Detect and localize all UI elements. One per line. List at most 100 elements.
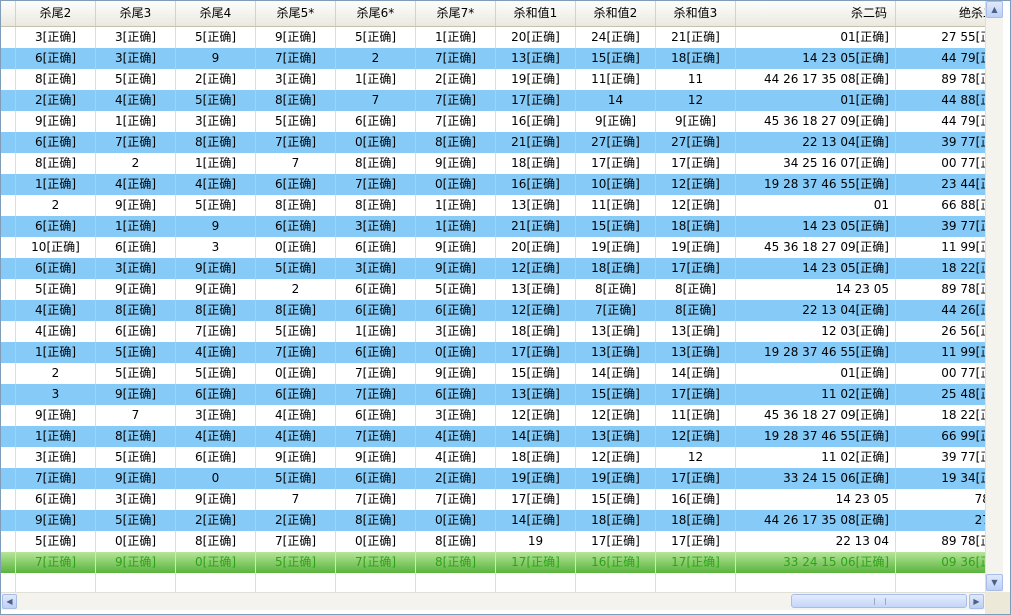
column-header[interactable]: 杀尾4	[176, 1, 256, 26]
table-cell: 12[正确]	[656, 195, 736, 216]
table-cell: 01[正确]	[736, 90, 896, 111]
table-cell: 2[正确]	[256, 510, 336, 531]
table-row[interactable]: 10[正确] 6[正确] 3 0[正确] 6[正确] 9[正确] 20[正确] 19[正确] 1…	[1, 237, 985, 258]
table-cell: 6[正确]	[16, 216, 96, 237]
table-row[interactable]: 2[正确] 4[正确] 5[正确] 8[正确] 7 7[正确] 17[正确] 14 12 01[正…	[1, 90, 985, 111]
table-row[interactable]: 6[正确] 3[正确] 9[正确] 5[正确] 3[正确] 9[正确] 12[正确] 18[正…	[1, 258, 985, 279]
table-row[interactable]: 8[正确] 2 1[正确] 7 8[正确] 9[正确] 18[正确] 17[正确] 17[正确]…	[1, 153, 985, 174]
table-row[interactable]: 6[正确] 3[正确] 9[正确] 7 7[正确] 7[正确] 17[正确] 15[正确] 16…	[1, 489, 985, 510]
table-cell: 5[正确]	[416, 279, 496, 300]
table-cell: 7[正确]	[416, 489, 496, 510]
table-cell: 5[正确]	[96, 363, 176, 384]
table-row[interactable]: 9[正确] 7 3[正确] 4[正确] 6[正确] 3[正确] 12[正确] 12[正确] 11…	[1, 405, 985, 426]
table-row[interactable]: 7[正确] 9[正确] 0 5[正确] 6[正确] 2[正确] 19[正确] 19[正确] 17…	[1, 468, 985, 489]
horizontal-scrollbar[interactable]: ◀ ▶	[1, 592, 985, 610]
table-cell: 14 23 05[正确]	[736, 48, 896, 69]
chevron-down-icon[interactable]: ▼	[986, 574, 1003, 591]
table-cell: 2	[16, 363, 96, 384]
row-stub	[1, 237, 16, 258]
column-header[interactable]: 杀二码	[736, 1, 896, 26]
column-header[interactable]: 杀尾6*	[336, 1, 416, 26]
table-row[interactable]: 6[正确] 3[正确] 9 7[正确] 2 7[正确] 13[正确] 15[正确] 18[正确]…	[1, 48, 985, 69]
chevron-right-icon[interactable]: ▶	[969, 594, 984, 609]
vertical-scrollbar[interactable]: ▲ ▼	[985, 1, 1003, 592]
table-cell: 12[正确]	[656, 426, 736, 447]
table-cell: 27[正确]	[576, 132, 656, 153]
table-row[interactable]: 3[正确] 3[正确] 5[正确] 9[正确] 5[正确] 1[正确] 20[正确] 24[正…	[1, 27, 985, 48]
table-cell: 12[正确]	[496, 258, 576, 279]
scrollbar-corner	[985, 592, 1010, 614]
table-cell: 19 28 37 46 55[正确]	[736, 174, 896, 195]
column-header[interactable]: 杀和值3	[656, 1, 736, 26]
table-cell: 44 88[正确]	[896, 90, 985, 111]
row-stub	[1, 342, 16, 363]
table-cell: 1[正确]	[16, 174, 96, 195]
table-row[interactable]: 3 9[正确] 6[正确] 6[正确] 7[正确] 6[正确] 13[正确] 15[正确] 17…	[1, 384, 985, 405]
table-cell: 22 13 04[正确]	[736, 132, 896, 153]
table-row[interactable]: 9[正确] 1[正确] 3[正确] 5[正确] 6[正确] 7[正确] 16[正确] 9[正确…	[1, 111, 985, 132]
table-cell: 25 48[正确]	[896, 384, 985, 405]
table-cell: 8[正确]	[256, 195, 336, 216]
table-cell: 9[正确]	[96, 279, 176, 300]
table-cell: 4[正确]	[176, 342, 256, 363]
table-row[interactable]: 3[正确] 5[正确] 6[正确] 9[正确] 9[正确] 4[正确] 18[正确] 12[正…	[1, 447, 985, 468]
table-cell: 3[正确]	[96, 489, 176, 510]
table-cell: 12 03[正确]	[736, 321, 896, 342]
table-cell: 0	[176, 468, 256, 489]
table-cell: 8[正确]	[336, 153, 416, 174]
table-row[interactable]: 6[正确] 7[正确] 8[正确] 7[正确] 0[正确] 8[正确] 21[正确] 27[正…	[1, 132, 985, 153]
table-cell: 10[正确]	[16, 237, 96, 258]
table-cell: 01[正确]	[736, 27, 896, 48]
data-grid[interactable]: 杀尾2杀尾3杀尾4杀尾5*杀尾6*杀尾7*杀和值1杀和值2杀和值3杀二码绝杀二码…	[1, 1, 985, 592]
table-cell: 00 77[正确]	[896, 363, 985, 384]
table-cell: 7[正确]	[576, 300, 656, 321]
table-row[interactable]: 5[正确] 0[正确] 8[正确] 7[正确] 0[正确] 8[正确] 19 17[正确] 17…	[1, 531, 985, 552]
column-header[interactable]: 杀尾2	[16, 1, 96, 26]
table-row[interactable]: 9[正确] 5[正确] 2[正确] 2[正确] 8[正确] 0[正确] 14[正确] 18[正…	[1, 510, 985, 531]
table-cell: 5[正确]	[176, 27, 256, 48]
column-header[interactable]: 杀尾3	[96, 1, 176, 26]
table-row[interactable]: 2 9[正确] 5[正确] 8[正确] 8[正确] 1[正确] 13[正确] 11[正确] 12…	[1, 195, 985, 216]
table-cell: 18[正确]	[496, 321, 576, 342]
table-cell: 13[正确]	[496, 195, 576, 216]
table-cell: 12[正确]	[576, 447, 656, 468]
empty-cell	[896, 570, 985, 592]
chevron-up-icon[interactable]: ▲	[986, 1, 1003, 18]
table-cell: 39 77[正确]	[896, 216, 985, 237]
table-cell: 16[正确]	[496, 111, 576, 132]
table-cell: 7[正确]	[416, 48, 496, 69]
table-cell: 6[正确]	[336, 342, 416, 363]
table-cell: 17[正确]	[496, 342, 576, 363]
table-cell: 1[正确]	[96, 216, 176, 237]
column-header[interactable]: 杀尾7*	[416, 1, 496, 26]
table-row[interactable]: 1[正确] 8[正确] 4[正确] 4[正确] 7[正确] 4[正确] 14[正确] 13[正…	[1, 426, 985, 447]
horizontal-scroll-thumb[interactable]	[791, 594, 967, 608]
table-cell: 89 78[正确]	[896, 531, 985, 552]
table-row[interactable]: 8[正确] 5[正确] 2[正确] 3[正确] 1[正确] 2[正确] 19[正确] 11[正…	[1, 69, 985, 90]
table-cell: 14[正确]	[576, 363, 656, 384]
table-row[interactable]: 1[正确] 5[正确] 4[正确] 7[正确] 6[正确] 0[正确] 17[正确] 13[正…	[1, 342, 985, 363]
table-cell: 7[正确]	[336, 384, 416, 405]
table-row[interactable]: 6[正确] 1[正确] 9 6[正确] 3[正确] 1[正确] 21[正确] 15[正确] 18…	[1, 216, 985, 237]
table-cell: 1[正确]	[176, 153, 256, 174]
column-header[interactable]: 绝杀二码	[896, 1, 985, 26]
table-cell: 11 99[正确]	[896, 237, 985, 258]
table-cell: 7[正确]	[336, 363, 416, 384]
table-cell: 17[正确]	[576, 531, 656, 552]
chevron-left-icon[interactable]: ◀	[2, 594, 17, 609]
table-row[interactable]: 5[正确] 9[正确] 9[正确] 2 6[正确] 5[正确] 13[正确] 8[正确] 8[正…	[1, 279, 985, 300]
table-row[interactable]: 4[正确] 8[正确] 8[正确] 8[正确] 6[正确] 6[正确] 12[正确] 7[正确…	[1, 300, 985, 321]
column-header[interactable]: 杀和值1	[496, 1, 576, 26]
table-cell: 6[正确]	[176, 447, 256, 468]
table-cell: 19 28 37 46 55[正确]	[736, 426, 896, 447]
column-header[interactable]: 杀尾5*	[256, 1, 336, 26]
table-cell: 6[正确]	[336, 468, 416, 489]
column-header[interactable]: 杀和值2	[576, 1, 656, 26]
table-cell: 12[正确]	[496, 300, 576, 321]
table-row[interactable]: 4[正确] 6[正确] 7[正确] 5[正确] 1[正确] 3[正确] 18[正确] 13[正…	[1, 321, 985, 342]
table-row[interactable]: 1[正确] 4[正确] 4[正确] 6[正确] 7[正确] 0[正确] 16[正确] 10[正…	[1, 174, 985, 195]
table-cell: 8[正确]	[96, 300, 176, 321]
table-cell: 13[正确]	[656, 342, 736, 363]
table-cell: 6[正确]	[336, 300, 416, 321]
table-row[interactable]: 2 5[正确] 5[正确] 0[正确] 7[正确] 9[正确] 15[正确] 14[正确] 14…	[1, 363, 985, 384]
